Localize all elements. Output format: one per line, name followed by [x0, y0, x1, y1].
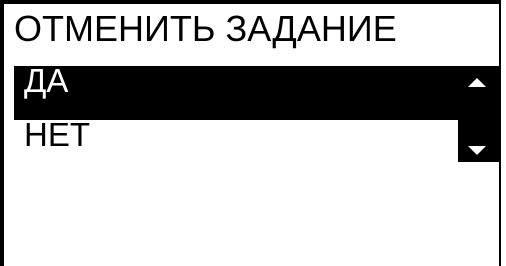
scroll-up-icon[interactable] [468, 78, 486, 87]
screen-frame-top [0, 0, 500, 4]
scrollbar[interactable] [458, 66, 500, 162]
option-yes[interactable]: ДА [14, 64, 460, 120]
scroll-down-icon[interactable] [468, 146, 486, 155]
option-no[interactable]: НЕТ [14, 118, 460, 174]
options-list: ДА НЕТ [14, 64, 460, 174]
cancel-job-screen: ОТМЕНИТЬ ЗАДАНИЕ ДА НЕТ [0, 0, 506, 266]
dialog-title: ОТМЕНИТЬ ЗАДАНИЕ [14, 8, 397, 49]
screen-frame-left [0, 0, 4, 266]
